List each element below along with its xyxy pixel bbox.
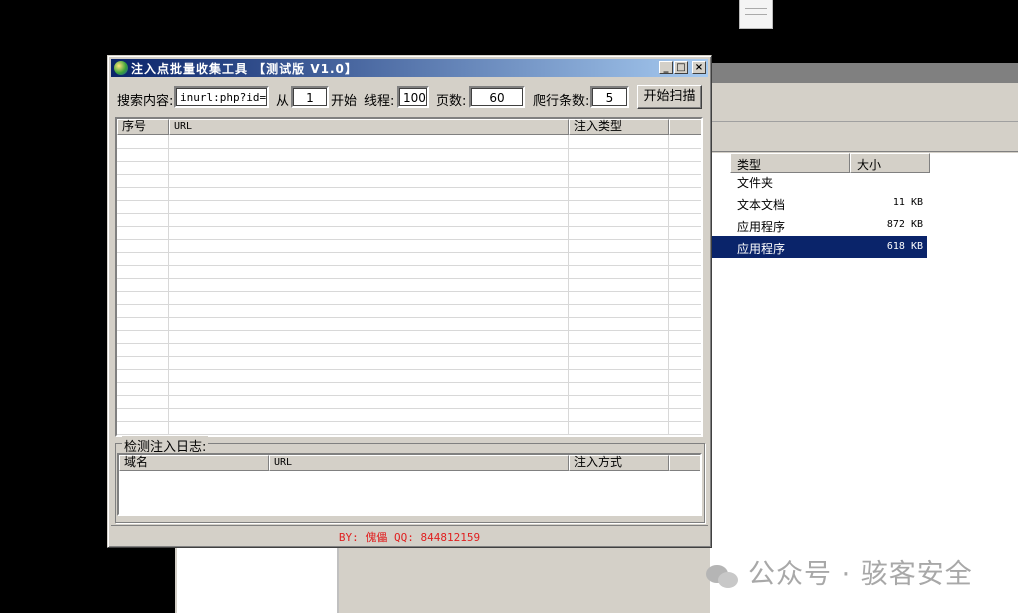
threads-label: 线程:: [364, 94, 395, 109]
minimize-button[interactable]: _: [659, 61, 673, 74]
explorer-file-list: 类型 大小 文件夹 文本文档 11 KB 应用程序 872 KB 应用程序 61…: [710, 153, 1018, 613]
log-table[interactable]: 域名 URL 注入方式: [117, 453, 702, 516]
grid-row-line: [117, 291, 701, 292]
file-type: 文件夹: [737, 176, 774, 190]
desktop-file-icon[interactable]: 新建文本文 档.txt: [718, 0, 794, 44]
file-size: 618 KB: [886, 241, 923, 252]
grid-row-line: [117, 200, 701, 201]
search-input[interactable]: inurl:php?id=: [174, 86, 269, 108]
pages-label: 页数:: [436, 94, 467, 109]
file-row[interactable]: 文件夹: [710, 170, 927, 192]
grid-row-line: [117, 408, 701, 409]
grid-row-line: [117, 369, 701, 370]
column-header-domain[interactable]: 域名: [119, 455, 269, 471]
watermark: 公众号 · 骇客安全: [706, 552, 973, 591]
grid-row-line: [117, 265, 701, 266]
column-header-filler: [669, 455, 700, 471]
injection-log-group: 检测注入日志: 域名 URL 注入方式: [115, 436, 705, 523]
watermark-text: 公众号 · 骇客安全: [748, 559, 973, 590]
from-label: 从: [276, 94, 290, 109]
desktop-file-label-line2: 档.txt: [718, 28, 751, 42]
column-header-filler: [669, 119, 701, 135]
grid-row-line: [117, 161, 701, 162]
app-titlebar[interactable]: 注入点批量收集工具 【测试版 V1.0】 _ □ ×: [111, 59, 708, 77]
grid-row-line: [117, 174, 701, 175]
file-type: 文本文档: [737, 198, 786, 212]
file-size: 11 KB: [892, 197, 923, 208]
column-header-index[interactable]: 序号: [117, 119, 169, 135]
grid-row-line: [117, 382, 701, 383]
grid-row-line: [117, 187, 701, 188]
column-header-injection-type[interactable]: 注入类型: [569, 119, 669, 135]
file-row[interactable]: 应用程序 872 KB: [710, 214, 927, 236]
grid-row-line: [117, 148, 701, 149]
search-label: 搜索内容:: [117, 94, 174, 109]
maximize-button[interactable]: □: [674, 61, 688, 74]
grid-row-line: [117, 395, 701, 396]
file-row[interactable]: 文本文档 11 KB: [710, 192, 927, 214]
grid-row-line: [117, 226, 701, 227]
column-header-injection-method[interactable]: 注入方式: [569, 455, 669, 471]
file-type: 应用程序: [737, 220, 786, 234]
grid-row-line: [117, 330, 701, 331]
grid-row-line: [117, 213, 701, 214]
file-type: 应用程序: [737, 242, 786, 256]
status-bar: BY: 傀儡 QQ: 844812159: [111, 525, 708, 544]
injection-collector-window: 注入点批量收集工具 【测试版 V1.0】 _ □ × 搜索内容: inurl:p…: [107, 55, 712, 548]
grid-row-line: [117, 421, 701, 422]
column-divider: [168, 135, 169, 435]
text-document-icon: [739, 0, 773, 29]
crawl-count-label: 爬行条数:: [533, 94, 590, 109]
column-header-url[interactable]: URL: [269, 455, 569, 471]
grid-row-line: [117, 356, 701, 357]
file-size: 872 KB: [886, 219, 923, 230]
grid-row-line: [117, 343, 701, 344]
grid-row-line: [117, 434, 701, 435]
app-title: 注入点批量收集工具 【测试版 V1.0】: [131, 62, 358, 76]
wechat-icon: [706, 563, 740, 589]
column-header-url[interactable]: URL: [169, 119, 569, 135]
grid-row-line: [117, 304, 701, 305]
grid-row-line: [117, 239, 701, 240]
grid-row-line: [117, 317, 701, 318]
results-table[interactable]: 序号 URL 注入类型: [115, 117, 703, 437]
app-globe-icon: [114, 61, 128, 75]
close-button[interactable]: ×: [692, 61, 706, 74]
author-credit: BY: 傀儡 QQ: 844812159: [338, 531, 481, 544]
pages-input[interactable]: 60: [469, 86, 525, 108]
grid-row-line: [117, 278, 701, 279]
crawl-count-input[interactable]: 5: [590, 86, 629, 108]
start-label: 开始: [331, 94, 358, 109]
start-page-input[interactable]: 1: [291, 86, 329, 108]
grid-row-line: [117, 252, 701, 253]
file-row-selected[interactable]: 应用程序 618 KB: [710, 236, 927, 258]
start-scan-button[interactable]: 开始扫描: [637, 85, 702, 109]
column-divider: [568, 135, 569, 435]
threads-input[interactable]: 100: [397, 86, 429, 108]
column-divider: [668, 135, 669, 435]
